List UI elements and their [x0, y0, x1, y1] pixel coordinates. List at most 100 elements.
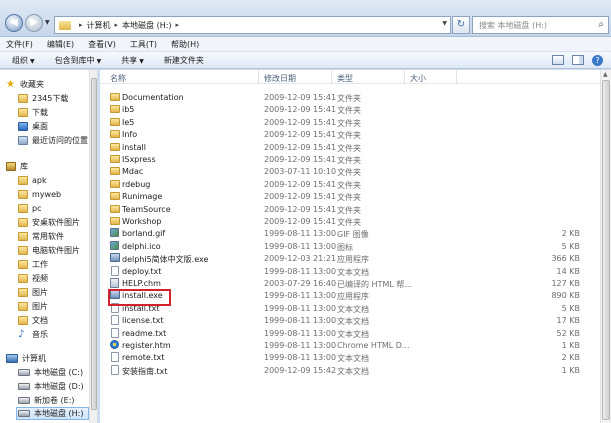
file-row[interactable]: register.htm 1999-08-11 13:00 Chrome HTML … [100, 339, 600, 351]
history-dropdown-icon[interactable]: ▼ [45, 19, 50, 26]
drive-icon [18, 369, 30, 376]
file-row[interactable]: install 2009-12-09 15:41 文件夹 [100, 141, 600, 153]
folder-icon [110, 192, 120, 201]
picture-folder-icon [18, 288, 28, 297]
file-row[interactable]: ib5 2009-12-09 15:41 文件夹 [100, 103, 600, 115]
file-name: register.htm [122, 341, 171, 350]
file-row[interactable]: install.txt 1999-08-11 13:00 文本文档 5 KB [100, 302, 600, 314]
file-row[interactable]: HELP.chm 2003-07-29 16:40 已编译的 HTML 帮... 12… [100, 277, 600, 289]
nav-label: 本地磁盘 (D:) [34, 382, 84, 391]
file-size: 1 KB [561, 365, 580, 375]
file-row[interactable]: borland.gif 1999-08-11 13:00 GIF 图像 2 KB [100, 227, 600, 239]
share-button[interactable]: 共享 ▼ [121, 55, 144, 66]
file-type: 文件夹 [337, 143, 361, 153]
folder-icon [18, 246, 28, 255]
file-name: Workshop [122, 217, 162, 226]
forward-button[interactable]: ▶ [25, 14, 43, 32]
menu-edit[interactable]: 编辑(E) [47, 39, 74, 50]
include-library-button[interactable]: 包含到库中 ▼ [55, 55, 102, 66]
nav-computer[interactable]: 计算机 [6, 352, 46, 365]
nav-favorites[interactable]: ★ 收藏夹 [6, 78, 44, 91]
nav-lib-item[interactable]: 工作 [18, 258, 48, 271]
nav-label: 库 [20, 162, 28, 171]
search-input[interactable]: 搜索 本地磁盘 (H:) ⌕ [472, 16, 609, 34]
nav-scrollbar-thumb[interactable] [91, 78, 97, 410]
nav-lib-item[interactable]: 视频 [18, 272, 48, 285]
nav-lib-item[interactable]: 文档 [18, 314, 48, 327]
menu-tools[interactable]: 工具(T) [130, 39, 157, 50]
nav-label: myweb [32, 190, 62, 199]
menu-view[interactable]: 查看(V) [88, 39, 116, 50]
nav-scrollbar[interactable] [89, 70, 97, 423]
file-row[interactable]: TeamSource 2009-12-09 15:41 文件夹 [100, 203, 600, 215]
file-row[interactable]: deploy.txt 1999-08-11 13:00 文本文档 14 KB [100, 265, 600, 277]
column-name[interactable]: 名称 [110, 73, 126, 84]
file-row[interactable]: Documentation 2009-12-09 15:41 文件夹 [100, 91, 600, 103]
menu-help[interactable]: 帮助(H) [171, 39, 199, 50]
nav-lib-item[interactable]: 常用软件 [18, 230, 64, 243]
nav-lib-item[interactable]: ♪ 音乐 [18, 328, 48, 341]
nav-lib-item[interactable]: 安桌软件图片 [18, 216, 80, 229]
nav-label: apk [32, 176, 47, 185]
refresh-button[interactable]: ↻ [452, 16, 470, 34]
new-folder-button[interactable]: 新建文件夹 [164, 55, 204, 66]
nav-drive[interactable]: 本地磁盘 (C:) [18, 366, 83, 379]
nav-lib-item[interactable]: 图片 [18, 300, 48, 313]
column-type[interactable]: 类型 [337, 73, 353, 84]
file-type: Chrome HTML D... [337, 341, 410, 350]
nav-lib-item[interactable]: 图片 [18, 286, 48, 299]
address-bar-row: ◀ ▶ ▼ ▸ 计算机 ▸ 本地磁盘 (H:) ▸ ▼ ↻ 搜索 本地磁盘 (H… [0, 0, 611, 37]
folder-icon [18, 218, 28, 227]
organize-button[interactable]: 组织 ▼ [12, 55, 35, 66]
nav-fav-item[interactable]: 最近访问的位置 [18, 134, 88, 147]
file-row[interactable]: rdebug 2009-12-09 15:41 文件夹 [100, 178, 600, 190]
file-list-scrollbar-thumb[interactable] [602, 80, 610, 420]
file-row[interactable]: 安装指南.txt 2009-12-09 15:42 文本文档 1 KB [100, 364, 600, 376]
column-date[interactable]: 修改日期 [264, 73, 296, 84]
scroll-up-icon[interactable]: ▲ [603, 71, 608, 78]
file-row[interactable]: ISxpress 2009-12-09 15:41 文件夹 [100, 153, 600, 165]
nav-lib-item[interactable]: 电脑软件图片 [18, 244, 80, 257]
nav-drive[interactable]: 本地磁盘 (D:) [18, 380, 84, 393]
file-row[interactable]: Runimage 2009-12-09 15:41 文件夹 [100, 190, 600, 202]
file-row[interactable]: Info 2009-12-09 15:41 文件夹 [100, 128, 600, 140]
menu-file[interactable]: 文件(F) [6, 39, 33, 50]
file-row[interactable]: Workshop 2009-12-09 15:41 文件夹 [100, 215, 600, 227]
file-row[interactable]: Mdac 2003-07-11 10:10 文件夹 [100, 165, 600, 177]
file-date: 2003-07-29 16:40 [264, 279, 337, 288]
nav-lib-item[interactable]: apk [18, 174, 47, 187]
preview-pane-icon[interactable] [572, 55, 584, 65]
image-file-icon [110, 240, 119, 250]
nav-drive[interactable]: 新加卷 (E:) [18, 394, 75, 407]
file-row[interactable]: Ie5 2009-12-09 15:41 文件夹 [100, 116, 600, 128]
file-row[interactable]: delphi5简体中文版.exe 2009-12-03 21:21 应用程序 366 … [100, 252, 600, 264]
file-row[interactable]: delphi.ico 1999-08-11 13:00 图标 5 KB [100, 240, 600, 252]
file-row[interactable]: remote.txt 1999-08-11 13:00 文本文档 2 KB [100, 351, 600, 363]
nav-fav-item[interactable]: 桌面 [18, 120, 48, 133]
help-icon[interactable]: ? [592, 55, 603, 66]
nav-drive-selected[interactable]: 本地磁盘 (H:) [16, 407, 89, 420]
nav-label: 本地磁盘 (H:) [34, 409, 84, 418]
chevron-down-icon: ▼ [30, 57, 35, 65]
address-dropdown-icon[interactable]: ▼ [442, 20, 447, 27]
file-list-scrollbar[interactable]: ▲ [600, 70, 611, 423]
nav-fav-item[interactable]: 下载 [18, 106, 48, 119]
nav-lib-item[interactable]: pc [18, 202, 41, 215]
file-date: 1999-08-11 13:00 [264, 353, 337, 363]
file-row[interactable]: license.txt 1999-08-11 13:00 文本文档 17 KB [100, 314, 600, 326]
column-size[interactable]: 大小 [410, 73, 426, 84]
file-name: Mdac [122, 167, 144, 177]
file-row[interactable]: readme.txt 1999-08-11 13:00 文本文档 52 KB [100, 327, 600, 339]
breadcrumb-drive-h[interactable]: 本地磁盘 (H:) [122, 20, 172, 31]
back-button[interactable]: ◀ [5, 14, 23, 32]
nav-lib-item[interactable]: myweb [18, 188, 61, 201]
nav-libraries[interactable]: 库 [6, 160, 28, 173]
documents-folder-icon [18, 316, 28, 325]
change-view-icon[interactable] [552, 55, 564, 65]
address-field[interactable]: ▸ 计算机 ▸ 本地磁盘 (H:) ▸ ▼ [54, 16, 451, 34]
nav-fav-item[interactable]: 2345下载 [18, 92, 68, 105]
file-name: delphi5简体中文版.exe [122, 255, 209, 265]
breadcrumb-computer[interactable]: 计算机 [87, 20, 111, 31]
file-row[interactable]: install.exe 1999-08-11 13:00 应用程序 890 KB [100, 289, 600, 301]
file-name: HELP.chm [122, 279, 161, 288]
